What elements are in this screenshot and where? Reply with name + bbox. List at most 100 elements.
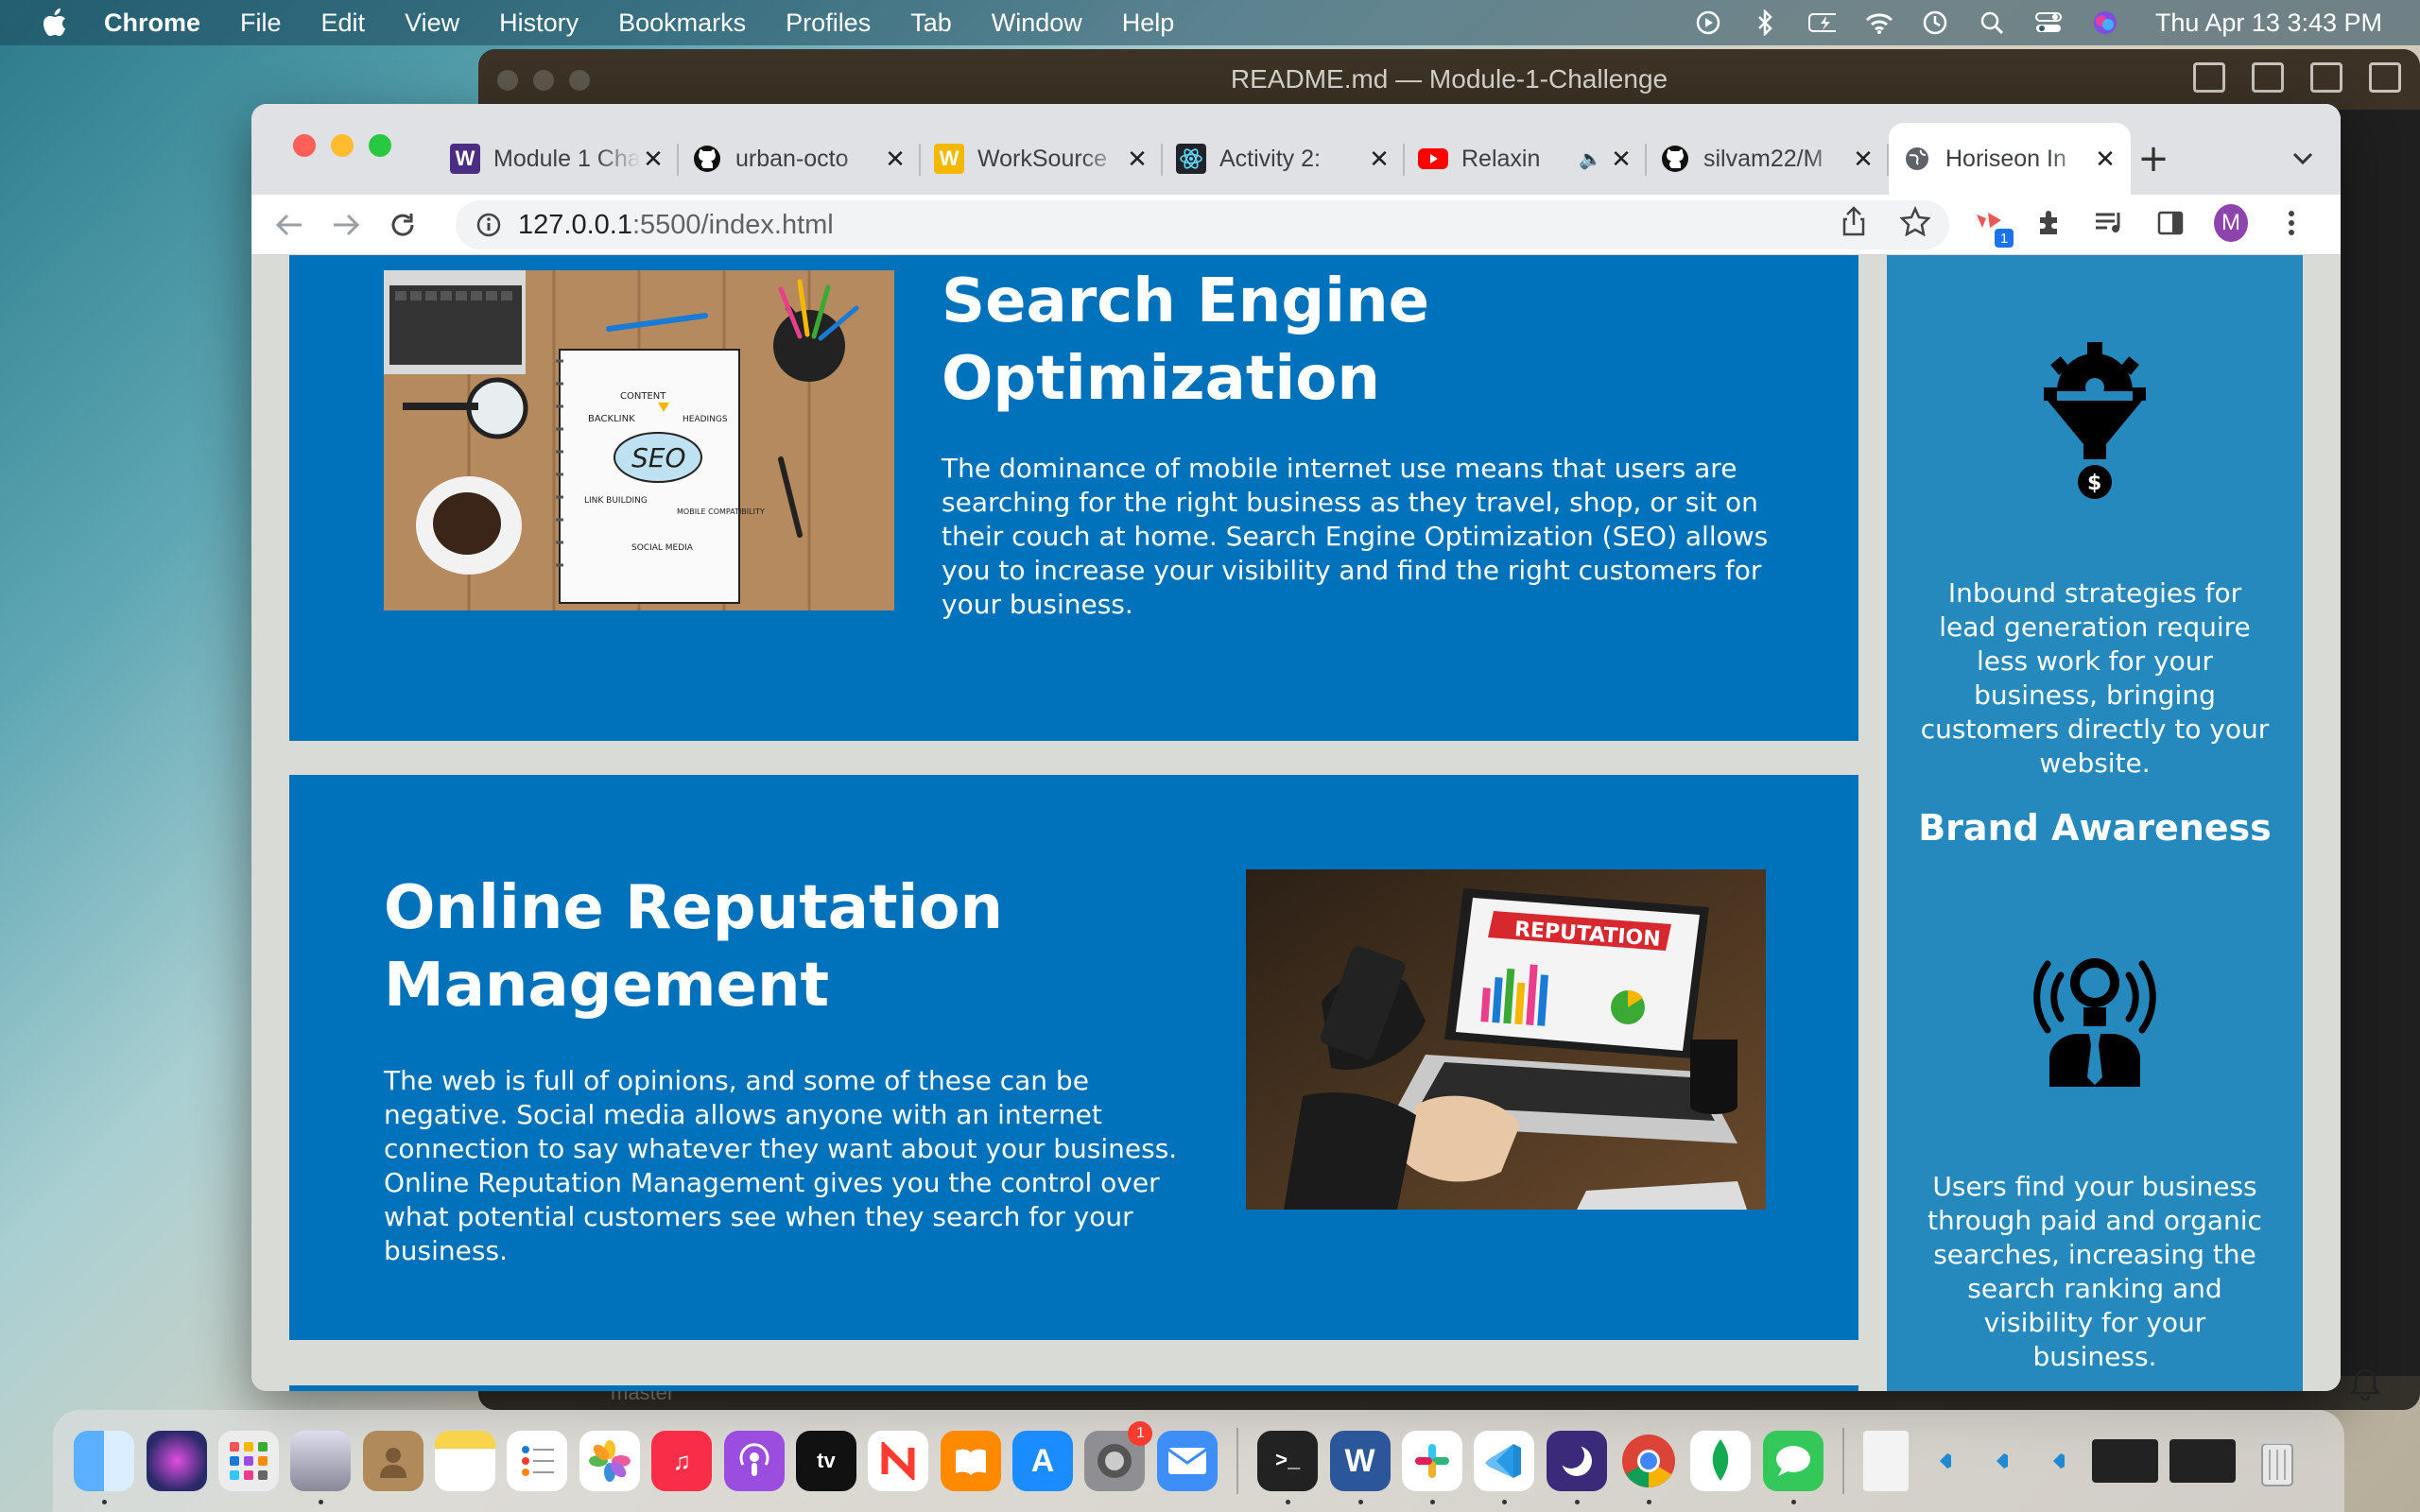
photos-icon[interactable] [579, 1431, 640, 1491]
tab-title: Module 1 Challenge [493, 145, 641, 172]
close-tab-icon[interactable]: ✕ [1609, 145, 1634, 173]
editor-window-thumbnail[interactable] [2169, 1439, 2237, 1483]
side-panel-icon[interactable] [2153, 204, 2187, 242]
app-store-icon[interactable]: A [1012, 1431, 1074, 1491]
screen-record-icon[interactable] [1694, 9, 1722, 37]
system-preferences-icon[interactable]: 1 [1084, 1421, 1153, 1491]
menu-profiles[interactable]: Profiles [786, 9, 871, 38]
background-window-titlebar: README.md — Module-1-Challenge [478, 49, 2420, 110]
site-info-icon[interactable] [475, 211, 503, 239]
extension-ext-icon[interactable]: 1 [1972, 204, 2014, 248]
preview-icon[interactable] [290, 1431, 352, 1504]
fullscreen-window-button[interactable] [369, 134, 391, 157]
background-window-title: README.md — Module-1-Challenge [1230, 64, 1668, 94]
bookmark-star-icon[interactable] [1899, 205, 1931, 244]
brand-awareness-lightbulb-icon [2033, 958, 2156, 1087]
close-tab-icon[interactable]: ✕ [1125, 145, 1150, 173]
dock-separator [1236, 1428, 1238, 1494]
messages-icon[interactable] [1762, 1431, 1824, 1504]
github-favicon-icon [1660, 144, 1690, 174]
menu-bookmarks[interactable]: Bookmarks [618, 9, 746, 38]
tab-title: Relaxin [1461, 145, 1541, 172]
books-icon[interactable] [940, 1431, 1001, 1491]
terminal-icon[interactable]: >_ [1257, 1431, 1319, 1504]
menu-help[interactable]: Help [1122, 9, 1175, 38]
back-arrow-icon[interactable] [270, 206, 308, 244]
apple-menu-icon[interactable] [40, 8, 70, 38]
tab-module-1[interactable]: W Module 1 Challenge ✕ [437, 123, 679, 195]
tab-urban-octo[interactable]: urban-octo ✕ [679, 123, 921, 195]
bluetooth-icon[interactable] [1751, 9, 1779, 37]
address-bar[interactable]: 127.0.0.1:5500/index.html [456, 200, 1949, 249]
close-tab-icon[interactable]: ✕ [1851, 145, 1876, 173]
new-tab-icon[interactable]: + [2133, 137, 2174, 180]
seo-illustration-image: CONTENT BACKLINK HEADINGS SEO LINK BUILD… [384, 270, 894, 610]
word-icon[interactable]: W [1329, 1431, 1391, 1504]
siri-icon[interactable] [2091, 9, 2119, 37]
vscode-icon[interactable] [1474, 1431, 1535, 1504]
tabs: W Module 1 Challenge ✕ urban-octo ✕ W Wo… [437, 123, 2131, 195]
tab-title: Horiseon In [1945, 145, 2066, 172]
menu-history[interactable]: History [499, 9, 579, 38]
svg-text:$: $ [2087, 472, 2101, 495]
tab-relaxing[interactable]: Relaxin 🔈 ✕ [1405, 123, 1647, 195]
reminders-icon[interactable] [507, 1431, 568, 1491]
finder-icon[interactable] [74, 1431, 135, 1504]
wifi-icon[interactable] [1864, 9, 1893, 37]
tab-audio-icon[interactable]: 🔈 [1579, 147, 1603, 171]
close-tab-icon[interactable]: ✕ [2093, 145, 2118, 173]
podcasts-icon[interactable] [723, 1431, 785, 1491]
layout-toggle-icons[interactable] [2193, 62, 2401, 93]
vscode-window-thumbnail-icon[interactable] [2034, 1431, 2080, 1491]
music-icon[interactable]: ♫ [651, 1431, 713, 1491]
tab-search-chevron-icon[interactable] [2286, 142, 2320, 176]
slack-icon[interactable] [1401, 1431, 1462, 1504]
apple-tv-icon[interactable]: tv [795, 1431, 856, 1491]
battery-icon[interactable] [1807, 9, 1836, 37]
menu-tab[interactable]: Tab [910, 9, 952, 38]
control-center-icon[interactable] [2034, 9, 2063, 37]
tab-activity-2[interactable]: Activity 2: ✕ [1163, 123, 1405, 195]
menu-app-name[interactable]: Chrome [104, 9, 200, 38]
editor-window-thumbnail[interactable] [2091, 1439, 2158, 1483]
close-tab-icon[interactable]: ✕ [883, 145, 908, 173]
tab-horiseon[interactable]: Horiseon In ✕ [1889, 123, 2131, 195]
notification-bell-icon[interactable] [2348, 1366, 2382, 1400]
profile-avatar[interactable]: M [2214, 204, 2248, 242]
seo-image-word: HEADINGS [683, 415, 728, 424]
menu-edit[interactable]: Edit [321, 9, 366, 38]
pdf-document-icon[interactable] [1863, 1431, 1910, 1491]
close-tab-icon[interactable]: ✕ [1367, 145, 1392, 173]
tab-silvam22[interactable]: silvam22/M ✕ [1647, 123, 1889, 195]
close-window-button[interactable] [293, 134, 316, 157]
chrome-icon[interactable] [1618, 1431, 1679, 1504]
extensions-puzzle-icon[interactable] [2032, 204, 2066, 242]
mongodb-icon[interactable] [1690, 1431, 1752, 1491]
menubar-clock[interactable]: Thu Apr 13 3:43 PM [2155, 9, 2382, 38]
lead-generation-funnel-icon: $ [2044, 342, 2146, 499]
close-tab-icon[interactable]: ✕ [641, 145, 666, 173]
launchpad-icon[interactable] [217, 1431, 279, 1491]
share-icon[interactable] [1841, 206, 1866, 244]
browser-moon-icon[interactable] [1546, 1431, 1607, 1504]
vscode-window-thumbnail-icon[interactable] [1921, 1431, 1966, 1491]
menu-window[interactable]: Window [992, 9, 1082, 38]
media-queue-icon[interactable] [2093, 204, 2127, 242]
benefits-sidebar: $ Inbound strategies for lead generation… [1887, 255, 2303, 1391]
trash-icon[interactable] [2247, 1431, 2308, 1491]
spotlight-search-icon[interactable] [1978, 9, 2006, 37]
mail-icon[interactable] [1156, 1431, 1218, 1491]
tab-worksource[interactable]: W WorkSource ✕ [921, 123, 1163, 195]
forward-arrow-icon[interactable] [327, 206, 365, 244]
news-icon[interactable] [868, 1431, 929, 1491]
vscode-window-thumbnail-icon[interactable] [1978, 1431, 2023, 1491]
minimize-window-button[interactable] [331, 134, 354, 157]
contacts-icon[interactable] [362, 1431, 424, 1491]
time-machine-icon[interactable] [1921, 9, 1949, 37]
notes-icon[interactable] [435, 1431, 496, 1491]
menu-file[interactable]: File [240, 9, 282, 38]
menu-view[interactable]: View [405, 9, 459, 38]
reload-icon[interactable] [384, 206, 422, 244]
chrome-menu-kebab-icon[interactable] [2274, 204, 2308, 242]
siri-icon[interactable] [146, 1431, 207, 1491]
